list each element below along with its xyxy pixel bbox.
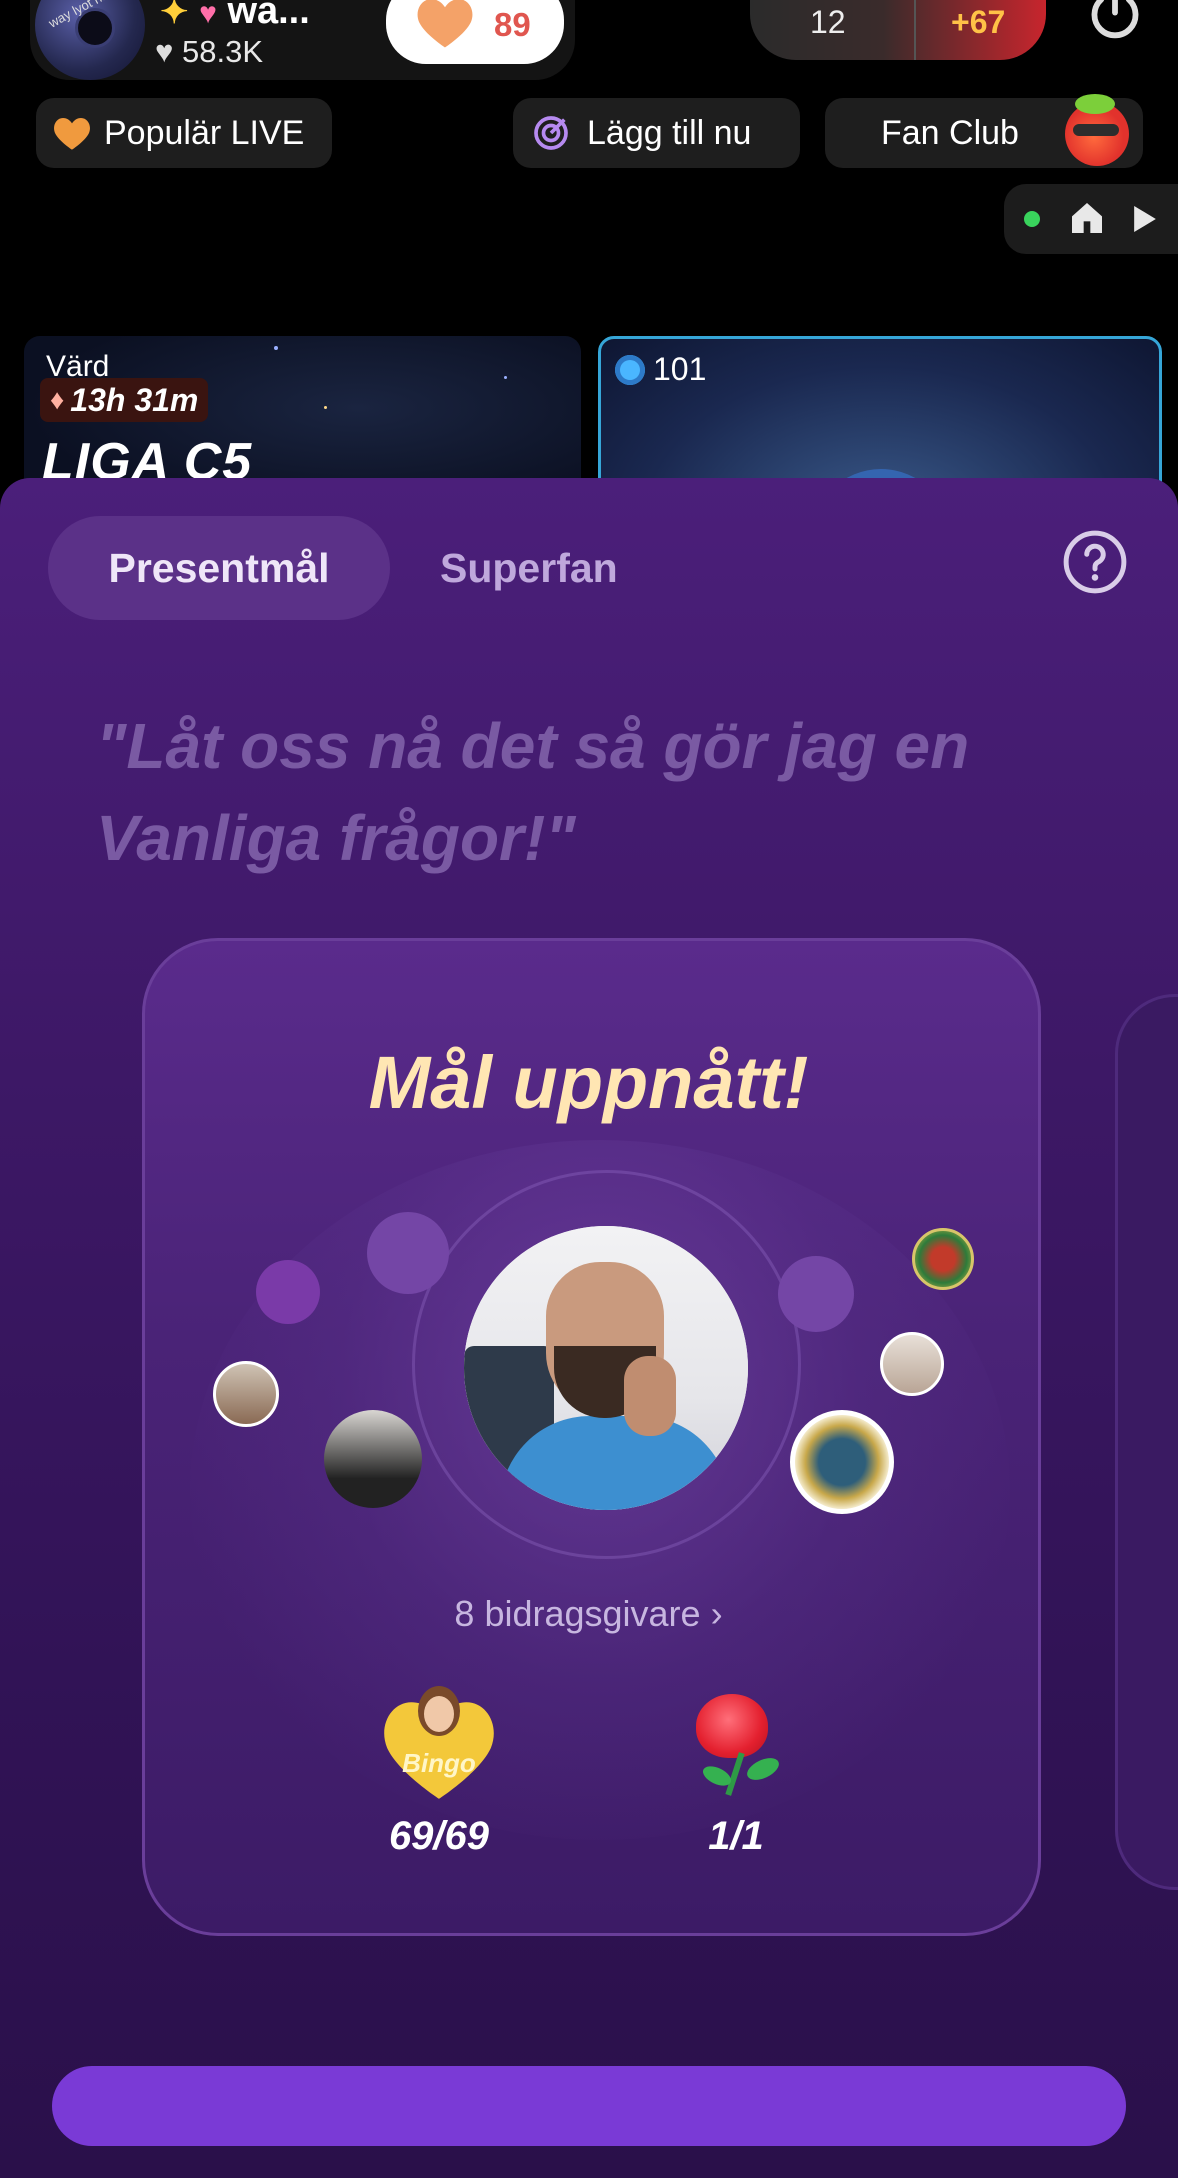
gift-bingo-icon: Bingo bbox=[378, 1686, 500, 1804]
heart-icon: ♥ bbox=[155, 34, 174, 69]
gift-rose-progress: 1/1 bbox=[708, 1814, 764, 1858]
bottom-action-button[interactable] bbox=[52, 2066, 1126, 2146]
contributors-link[interactable]: 8 bidragsgivare › bbox=[142, 1593, 1035, 1635]
decor-bubble bbox=[367, 1212, 449, 1294]
goal-title: Mål uppnått! bbox=[368, 1041, 809, 1124]
star-dot bbox=[504, 376, 507, 379]
add-now-label: Lägg till nu bbox=[587, 113, 752, 152]
heart-icon bbox=[54, 118, 90, 150]
avatar-hand bbox=[624, 1356, 676, 1436]
next-goal-card[interactable] bbox=[1115, 994, 1178, 1890]
heart-icon bbox=[417, 0, 473, 48]
gift-rose-icon bbox=[684, 1690, 794, 1800]
star-dot bbox=[324, 406, 327, 409]
host-name: ✦ ♥ wa... bbox=[160, 0, 310, 33]
popular-live-chip[interactable]: Populär LIVE bbox=[36, 98, 332, 168]
decor-bubble bbox=[778, 1256, 854, 1332]
tab-present-goal-label: Presentmål bbox=[108, 545, 330, 591]
host-likes-count: 58.3K bbox=[182, 34, 264, 69]
rose-petals bbox=[696, 1694, 768, 1758]
contributor-avatar[interactable] bbox=[880, 1332, 944, 1396]
fan-club-mascot-icon bbox=[1065, 94, 1129, 166]
power-icon[interactable] bbox=[1086, 0, 1144, 44]
gift-name: Bingo bbox=[402, 1748, 476, 1778]
fan-club-label: Fan Club bbox=[881, 113, 1019, 152]
settings-icon bbox=[615, 354, 645, 385]
goal-quote: "Låt oss nå det så gör jag en Vanliga fr… bbox=[96, 710, 970, 874]
add-now-chip[interactable]: Lägg till nu bbox=[513, 98, 800, 168]
decor-bubble bbox=[256, 1260, 320, 1324]
timer-badge: ♦ 13h 31m bbox=[40, 378, 209, 422]
target-icon bbox=[534, 116, 568, 150]
home-icon[interactable] bbox=[1066, 198, 1108, 238]
gift-figure-face bbox=[424, 1696, 454, 1732]
help-icon[interactable] bbox=[1062, 529, 1128, 595]
host-name-text: wa... bbox=[227, 0, 310, 32]
online-dot-icon bbox=[1024, 211, 1040, 227]
score-left: 12 bbox=[810, 4, 846, 40]
diamond-icon: ♦ bbox=[50, 384, 65, 415]
contributor-avatar[interactable] bbox=[213, 1361, 279, 1427]
popular-live-label: Populär LIVE bbox=[104, 113, 305, 152]
score-divider bbox=[914, 0, 916, 60]
bikini-icon: ♥ bbox=[199, 0, 217, 30]
host-likes: ♥ 58.3K bbox=[155, 34, 263, 70]
viewer-badge: 101 bbox=[615, 351, 706, 388]
viewer-count: 101 bbox=[653, 351, 707, 387]
star-dot bbox=[274, 346, 278, 350]
like-button[interactable] bbox=[386, 0, 564, 64]
contributor-avatar[interactable] bbox=[790, 1410, 894, 1514]
play-icon[interactable] bbox=[1134, 206, 1156, 232]
tab-superfan[interactable]: Superfan bbox=[440, 516, 618, 620]
score-right: +67 bbox=[951, 4, 1006, 40]
sparkle-icon: ✦ bbox=[160, 0, 189, 31]
rose-leaf bbox=[743, 1753, 783, 1785]
contributor-avatar[interactable] bbox=[912, 1228, 974, 1290]
fan-club-chip[interactable]: Fan Club bbox=[825, 94, 1143, 168]
timer-text: 13h 31m bbox=[70, 381, 199, 418]
like-count: 89 bbox=[494, 6, 531, 43]
mini-controls[interactable] bbox=[1004, 184, 1178, 254]
gift-bingo-progress: 69/69 bbox=[388, 1814, 490, 1858]
contributor-avatar[interactable] bbox=[324, 1410, 422, 1508]
top-contributor-avatar[interactable] bbox=[464, 1226, 748, 1510]
